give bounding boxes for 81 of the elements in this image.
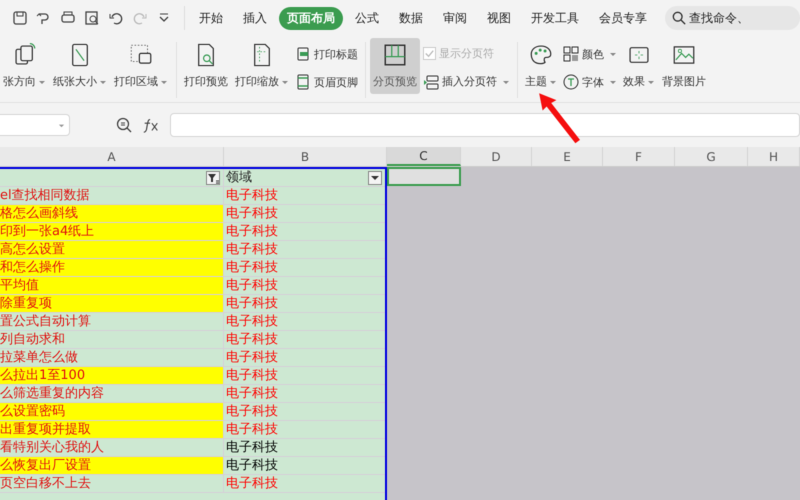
table-cell: 电子科技 — [224, 457, 385, 475]
table-cell: 除重复项 — [0, 295, 224, 313]
ribbon-button[interactable]: 插入分页符 — [423, 74, 510, 90]
undo-icon[interactable] — [108, 10, 124, 26]
ribbon-button[interactable]: 颜色 — [563, 46, 617, 62]
page-break-preview-icon — [382, 42, 408, 68]
ribbon-button[interactable]: 打印标题 — [295, 46, 358, 62]
dropdown-caret-icon — [609, 78, 617, 86]
table-cell: 电子科技 — [224, 403, 385, 421]
ribbon-button[interactable]: 纸张大小 — [50, 38, 110, 94]
table-cell: 置公式自动计算 — [0, 313, 224, 331]
table-cell: 列自动求和 — [0, 331, 224, 349]
menu-tab[interactable]: 数据 — [391, 6, 431, 30]
menu-tab[interactable]: 会员专享 — [591, 6, 655, 30]
formula-field[interactable] — [170, 113, 800, 137]
table-cell: 电子科技 — [224, 367, 385, 385]
search-icon — [672, 11, 686, 25]
ribbon-button[interactable]: 字体 — [563, 74, 617, 90]
ribbon-button[interactable]: 页眉页脚 — [295, 74, 358, 90]
table-cell: 电子科技 — [224, 205, 385, 223]
filter-dropdown-icon[interactable] — [368, 170, 382, 184]
column-header[interactable]: F — [603, 147, 675, 166]
ribbon-button[interactable]: 效果 — [620, 38, 658, 94]
table-cell: 电子科技 — [224, 349, 385, 367]
table-cell: 电子科技 — [224, 421, 385, 439]
table-cell: 出重复项并提取 — [0, 421, 224, 439]
column-header[interactable]: C — [387, 147, 461, 166]
table-cell: 格怎么画斜线 — [0, 205, 224, 223]
column-header[interactable]: G — [675, 147, 748, 166]
search-field[interactable]: 查找命令、 — [665, 6, 800, 30]
menu-tab[interactable]: 公式 — [347, 6, 387, 30]
checkbox-label: 显示分页符 — [439, 46, 494, 62]
ribbon-button[interactable]: 打印缩放 — [232, 38, 292, 94]
table-cell: 和怎么操作 — [0, 259, 224, 277]
table-cell: 电子科技 — [224, 385, 385, 403]
font-icon — [563, 74, 579, 90]
table-cell: 电子科技 — [224, 331, 385, 349]
ribbon-button[interactable]: 背景图片 — [659, 38, 709, 94]
table-cell: 电子科技 — [224, 313, 385, 331]
column-header[interactable]: D — [461, 147, 532, 166]
dropdown-caret-icon — [609, 50, 617, 58]
column-header[interactable]: E — [532, 147, 603, 166]
ribbon-button[interactable]: 主题 — [522, 38, 560, 94]
save-icon[interactable] — [12, 10, 28, 26]
menu-tab[interactable]: 视图 — [479, 6, 519, 30]
insert-break-icon — [423, 74, 439, 90]
ribbon-button[interactable]: 分页预览 — [370, 38, 420, 94]
printer-icon — [295, 46, 311, 62]
dropdown-caret-icon — [58, 122, 65, 128]
print-preview-icon[interactable] — [84, 10, 100, 26]
table-cell: 电子科技 — [224, 475, 385, 493]
column-title: 领域 — [225, 168, 252, 186]
table-cell: 么设置密码 — [0, 403, 224, 421]
column-header[interactable]: A — [0, 147, 224, 166]
ribbon-button[interactable]: 张方向 — [0, 38, 49, 94]
zoom-icon[interactable] — [116, 117, 132, 133]
ribbon-button[interactable]: 打印区域 — [111, 38, 171, 94]
menu-tab[interactable]: 开发工具 — [523, 6, 587, 30]
color-grid-icon — [563, 46, 579, 62]
table-cell: 电子科技 — [224, 241, 385, 259]
filter-active-icon[interactable] — [206, 170, 220, 184]
menu-tab[interactable]: 审阅 — [435, 6, 475, 30]
selected-cell[interactable] — [387, 167, 461, 186]
table-cell: 电子科技 — [224, 259, 385, 277]
table-cell: 电子科技 — [224, 277, 385, 295]
table-cell: 么拉出1至100 — [0, 367, 224, 385]
table-cell: 电子科技 — [224, 439, 385, 457]
table-cell: 电子科技 — [224, 295, 385, 313]
table-cell: 电子科技 — [224, 223, 385, 241]
table-cell: 平均值 — [0, 277, 224, 295]
table-cell: 么恢复出厂设置 — [0, 457, 224, 475]
table-cell: 电子科技 — [224, 187, 385, 205]
table-cell: 页空白移不上去 — [0, 475, 224, 493]
page-icon — [295, 74, 311, 90]
menu-tab[interactable]: 开始 — [191, 6, 231, 30]
ribbon-button[interactable]: 打印预览 — [181, 38, 231, 94]
table-cell: 高怎么设置 — [0, 241, 224, 259]
column-header[interactable]: H — [748, 147, 800, 166]
menu-tab[interactable]: 插入 — [235, 6, 275, 30]
table-cell: 印到一张a4纸上 — [0, 223, 224, 241]
function-icon[interactable] — [142, 117, 160, 133]
